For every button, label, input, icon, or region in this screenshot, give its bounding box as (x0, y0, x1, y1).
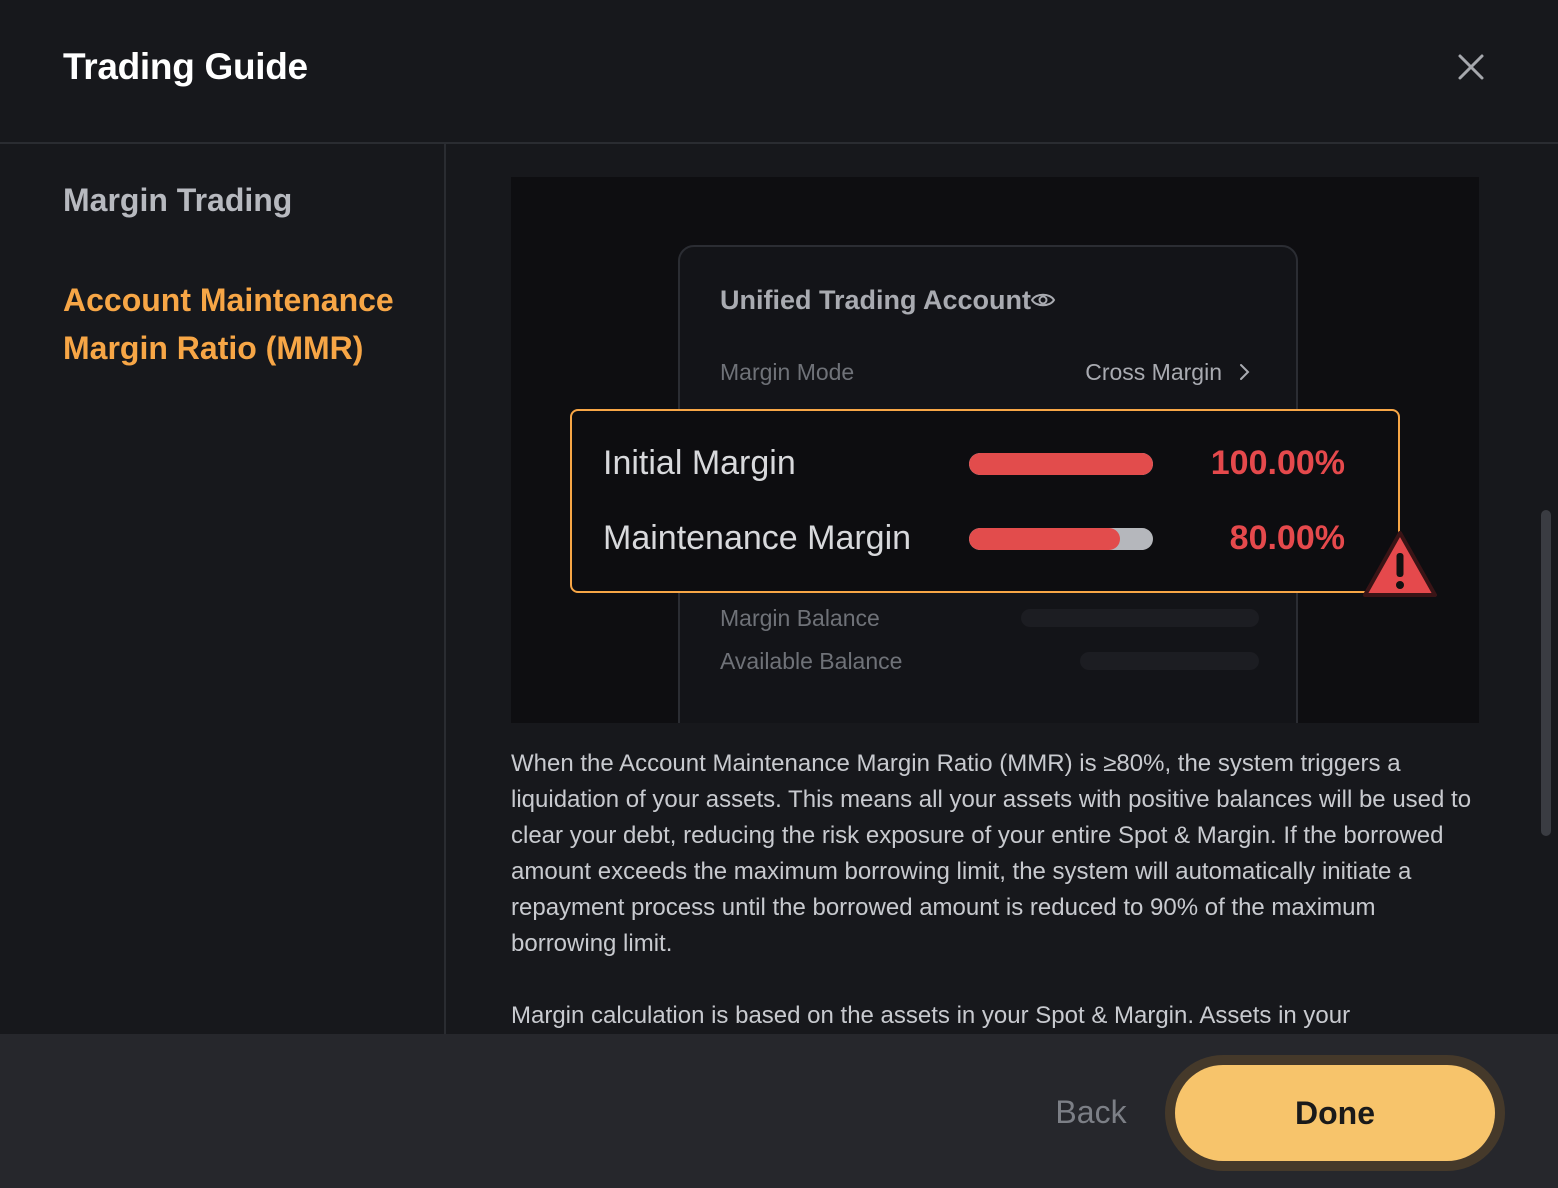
margin-highlight-box: Initial Margin 100.00% Maintenance Margi… (570, 409, 1400, 593)
margin-mode-value: Cross Margin (1085, 359, 1222, 385)
warning-icon (1363, 531, 1437, 597)
guide-sidebar: Margin Trading Account Maintenance Margi… (0, 144, 446, 1034)
guide-description: When the Account Maintenance Margin Rati… (511, 746, 1481, 1034)
modal-title: Trading Guide (63, 46, 308, 87)
sidebar-section-heading: Margin Trading (63, 182, 293, 218)
sidebar-item-mmr[interactable]: Account Maintenance Margin Ratio (MMR) (63, 276, 413, 372)
card-title: Unified Trading Account (720, 285, 1032, 315)
eye-icon (1030, 293, 1056, 307)
margin-balance-label: Margin Balance (720, 605, 880, 631)
initial-margin-label: Initial Margin (603, 444, 796, 482)
initial-margin-value: 100.00% (1210, 444, 1345, 482)
margin-balance-placeholder (1021, 609, 1259, 627)
trading-guide-modal: Trading Guide Margin Trading Account Mai… (0, 0, 1558, 1188)
done-button-focus-ring: Done (1165, 1055, 1505, 1171)
initial-margin-bar (969, 453, 1153, 475)
description-paragraph: Margin calculation is based on the asset… (511, 1002, 1351, 1029)
maintenance-margin-value: 80.00% (1229, 519, 1345, 557)
modal-footer: Back Done (0, 1034, 1558, 1188)
chevron-right-icon (1240, 364, 1250, 380)
modal-header: Trading Guide (0, 0, 1558, 144)
guide-content[interactable]: Unified Trading Account Margin Mode Cros… (446, 146, 1558, 1034)
maintenance-margin-bar-fill (969, 528, 1120, 550)
initial-margin-bar-fill (969, 453, 1153, 475)
close-button[interactable] (1450, 46, 1492, 88)
available-balance-label: Available Balance (720, 648, 903, 674)
maintenance-margin-bar (969, 528, 1153, 550)
maintenance-margin-label: Maintenance Margin (603, 519, 912, 557)
done-button[interactable]: Done (1175, 1065, 1495, 1161)
mmr-illustration: Unified Trading Account Margin Mode Cros… (511, 177, 1479, 723)
margin-mode-label: Margin Mode (720, 359, 855, 385)
description-paragraph: When the Account Maintenance Margin Rati… (511, 750, 1472, 957)
back-button[interactable]: Back (1036, 1090, 1146, 1134)
content-scrollbar[interactable] (1541, 510, 1551, 836)
close-icon (1458, 54, 1484, 80)
available-balance-placeholder (1080, 652, 1259, 670)
